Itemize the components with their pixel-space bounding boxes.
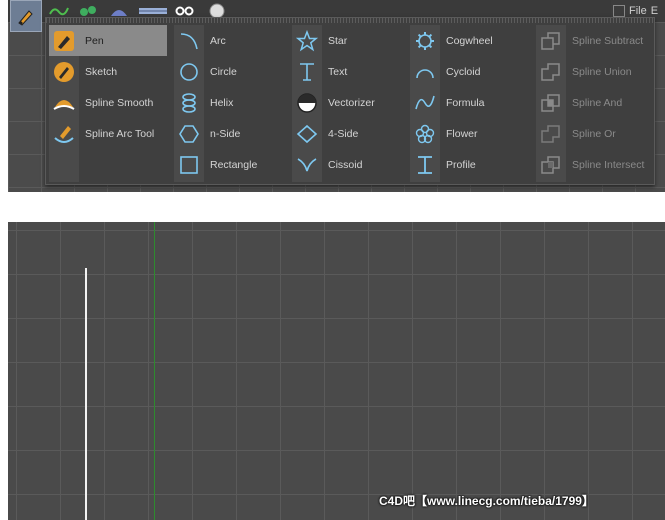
vectorizer-icon [297, 92, 317, 113]
n-side-icon [179, 124, 199, 143]
y-axis-line [154, 222, 155, 520]
spline-smooth-icon [53, 99, 75, 110]
pen-tool-button[interactable] [10, 0, 42, 32]
editor-viewport[interactable]: C4D吧【www.linecg.com/tieba/1799】 [8, 222, 665, 520]
spline-tools-menu: Pen Sketch Spline Smooth Spline Arc Tool… [45, 17, 655, 185]
cissoid-icon [297, 157, 317, 171]
menu-item-cissoid[interactable]: Cissoid [292, 149, 410, 180]
menu-item-spline-smooth[interactable]: Spline Smooth [49, 87, 167, 118]
menu-item-spline-union: Spline Union [536, 56, 654, 87]
drawn-spline[interactable] [85, 268, 87, 520]
menu-item-circle[interactable]: Circle [174, 56, 292, 87]
profile-icon [418, 155, 432, 174]
menu-item-sketch[interactable]: Sketch [49, 56, 167, 87]
menu-item-star[interactable]: Star [292, 25, 410, 56]
star-icon [296, 29, 318, 51]
menu-item-arc[interactable]: Arc [174, 25, 292, 56]
menu-item-profile[interactable]: Profile [410, 149, 528, 180]
watermark-text: C4D吧【www.linecg.com/tieba/1799】 [379, 494, 594, 508]
deformers-icon [111, 10, 127, 16]
spline-and-icon [541, 93, 560, 112]
menu-column-pen-tools: Pen Sketch Spline Smooth Spline Arc Tool [49, 25, 167, 182]
menu-grip[interactable] [46, 18, 654, 23]
menu-column-primitives-b: Star Text Vectorizer 4-Side Cissoid [292, 25, 410, 182]
menu-file[interactable]: File [629, 5, 647, 17]
spline-primitives-icon [49, 7, 69, 16]
spline-or-icon [541, 124, 560, 143]
helix-icon [182, 92, 196, 113]
menu-item-spline-arc-tool[interactable]: Spline Arc Tool [49, 118, 167, 149]
pen-icon [54, 30, 74, 51]
menu-item-cogwheel[interactable]: Cogwheel [410, 25, 528, 56]
sketch-icon [54, 61, 74, 82]
spline-intersect-icon [541, 155, 560, 174]
menu-item-rectangle[interactable]: Rectangle [174, 149, 292, 180]
arc-icon [180, 32, 198, 49]
menu-item-text[interactable]: Text [292, 56, 410, 87]
menu-item-cycloid[interactable]: Cycloid [410, 56, 528, 87]
top-panel: File E Pen Sketch Spline Smooth Spline A… [8, 0, 665, 192]
menu-next[interactable]: E [651, 5, 658, 17]
menu-column-spline-boolean: Spline Subtract Spline Union Spline And [536, 25, 654, 182]
spline-union-icon [541, 62, 560, 81]
menu-column-primitives-a: Arc Circle Helix n-Side Rectangle [174, 25, 292, 182]
flower-icon [415, 124, 435, 143]
menu-item-helix[interactable]: Helix [174, 87, 292, 118]
menu-column-primitives-c: Cogwheel Cycloid Formula Flower Profile [410, 25, 528, 182]
cogwheel-icon [416, 31, 434, 50]
menu-item-4-side[interactable]: 4-Side [292, 118, 410, 149]
generators-icon [80, 6, 96, 16]
menu-item-n-side[interactable]: n-Side [174, 118, 292, 149]
layout-grid-icon[interactable] [613, 5, 625, 17]
formula-icon [415, 95, 435, 109]
menu-item-spline-or: Spline Or [536, 118, 654, 149]
rectangle-icon [180, 155, 198, 174]
menu-item-spline-subtract: Spline Subtract [536, 25, 654, 56]
pen-icon [18, 10, 33, 26]
four-side-icon [296, 124, 318, 143]
menu-item-flower[interactable]: Flower [410, 118, 528, 149]
cycloid-icon [416, 68, 434, 78]
menu-item-spline-and: Spline And [536, 87, 654, 118]
circle-icon [180, 62, 198, 81]
camera-icon [175, 6, 194, 16]
menu-item-vectorizer[interactable]: Vectorizer [292, 87, 410, 118]
floor-icon [139, 8, 167, 14]
menu-item-formula[interactable]: Formula [410, 87, 528, 118]
menu-item-pen[interactable]: Pen [49, 25, 167, 56]
spline-subtract-icon [541, 31, 560, 50]
menu-item-spline-intersect: Spline Intersect [536, 149, 654, 180]
text-icon [300, 62, 314, 81]
spline-arc-tool-icon [54, 125, 74, 143]
